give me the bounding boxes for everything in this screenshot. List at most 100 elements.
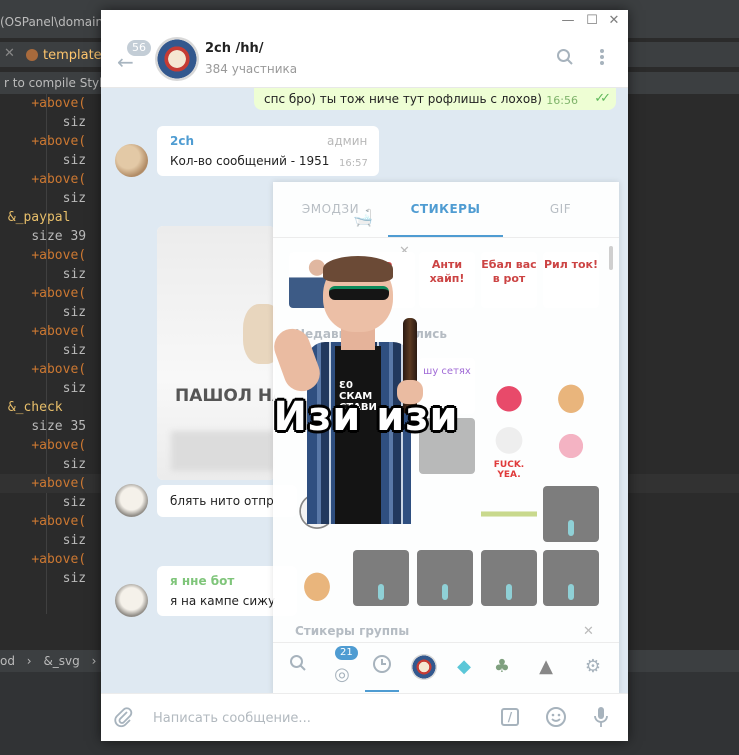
pug-file-icon xyxy=(26,49,38,61)
code-line[interactable]: siz xyxy=(0,455,86,474)
code-line[interactable]: +above( xyxy=(0,322,86,341)
pack-cat-icon[interactable]: ♣ xyxy=(489,654,515,680)
image-shape xyxy=(243,304,275,364)
recent-clock-icon[interactable] xyxy=(369,654,395,680)
message-time: 16:56 xyxy=(546,94,578,107)
code-line[interactable]: +above( xyxy=(0,94,86,113)
tab-gif[interactable]: GIF xyxy=(503,202,618,216)
avatar[interactable] xyxy=(115,584,148,617)
divider xyxy=(273,237,619,238)
close-icon[interactable]: ✕ xyxy=(4,46,15,61)
photo-message[interactable]: ПАШОЛ НА xyxy=(157,226,275,480)
code-line[interactable]: siz xyxy=(0,113,86,132)
code-line[interactable]: +above( xyxy=(0,436,86,455)
avatar[interactable] xyxy=(115,144,148,177)
message-composer: / xyxy=(101,693,628,741)
paperclip-icon[interactable] xyxy=(113,706,133,732)
message-text: Кол-во сообщений - 1951 xyxy=(170,154,330,168)
breadcrumb-item[interactable]: &_svg xyxy=(43,654,79,668)
sticker[interactable] xyxy=(543,368,599,424)
code-line[interactable]: +above( xyxy=(0,360,86,379)
pack-meme-icon[interactable]: ▲ xyxy=(533,654,559,680)
message-input[interactable] xyxy=(153,708,483,728)
sticker[interactable] xyxy=(543,418,599,474)
code-line[interactable]: &_paypal xyxy=(0,208,71,227)
code-line[interactable]: size 35 xyxy=(0,417,86,436)
featured-stickers-icon[interactable]: ◎ xyxy=(329,662,355,688)
tab-stickers[interactable]: СТИКЕРЫ xyxy=(388,202,503,216)
sticker-hair xyxy=(323,256,393,282)
breadcrumb-item[interactable]: od xyxy=(0,654,15,668)
sticker[interactable] xyxy=(543,486,599,542)
scrollbar[interactable] xyxy=(609,246,613,270)
message-text: спс бро) ты тож ниче тут рофлишь с лохов… xyxy=(264,92,542,106)
microphone-icon[interactable] xyxy=(593,706,609,732)
code-line[interactable]: siz xyxy=(0,379,86,398)
bathtub-icon: 🛁 xyxy=(353,208,373,227)
sender-name[interactable]: я нне бот xyxy=(170,574,234,588)
telegram-window: — ☐ ✕ ← 56 2ch /hh/ 384 участника спс бр… xyxy=(101,10,628,741)
outgoing-message[interactable]: спс бро) ты тож ниче тут рофлишь с лохов… xyxy=(254,88,616,110)
group-stickers-title: Стикеры группы xyxy=(295,624,410,638)
code-line[interactable]: siz xyxy=(0,531,86,550)
search-icon[interactable] xyxy=(285,654,311,680)
sticker[interactable]: Ебал вас в рот xyxy=(481,252,537,308)
message-text: блять нито отпр xyxy=(170,494,274,508)
code-line[interactable]: +above( xyxy=(0,512,86,531)
sticker[interactable] xyxy=(481,486,537,542)
bot-commands-icon[interactable]: / xyxy=(501,708,519,726)
sticker[interactable] xyxy=(289,556,345,612)
code-line[interactable]: siz xyxy=(0,151,86,170)
code-line[interactable]: siz xyxy=(0,569,86,588)
read-ticks-icon: ✓✓ xyxy=(594,91,611,106)
sticker[interactable] xyxy=(543,550,599,606)
close-icon[interactable]: ✕ xyxy=(583,624,594,639)
code-line[interactable]: +above( xyxy=(0,132,86,151)
close-window-button[interactable]: ✕ xyxy=(606,13,622,29)
code-line[interactable]: size 39 xyxy=(0,227,86,246)
message-time: 16:57 xyxy=(339,158,368,169)
emoji-smile-icon[interactable] xyxy=(545,706,567,732)
code-line[interactable]: &_check xyxy=(0,398,63,417)
sticker[interactable] xyxy=(417,550,473,606)
maximize-button[interactable]: ☐ xyxy=(584,13,600,29)
chat-title[interactable]: 2ch /hh/ xyxy=(205,41,264,56)
breadcrumb-separator: › xyxy=(26,654,32,668)
code-line[interactable]: siz xyxy=(0,189,86,208)
admin-message[interactable]: 2ch админ Кол-во сообщений - 1951 16:57 xyxy=(157,126,379,176)
sticker[interactable]: Рил ток! xyxy=(543,252,599,308)
window-titlebar: — ☐ ✕ xyxy=(101,10,628,32)
gear-icon[interactable]: ⚙ xyxy=(580,654,606,680)
breadcrumb-separator: › xyxy=(91,654,97,668)
code-line[interactable]: siz xyxy=(0,493,86,512)
divider xyxy=(273,642,619,643)
unread-count-badge: 56 xyxy=(127,40,151,56)
admin-role-label: админ xyxy=(327,134,368,148)
more-menu-icon[interactable] xyxy=(599,48,605,71)
active-pack-indicator xyxy=(365,690,399,692)
pack-monster-icon[interactable]: ◆ xyxy=(451,654,477,680)
search-icon[interactable] xyxy=(556,48,574,71)
code-line[interactable]: siz xyxy=(0,265,86,284)
code-line[interactable]: siz xyxy=(0,303,86,322)
sticker-count-badge: 21 xyxy=(335,646,358,660)
chat-header: ← 56 2ch /hh/ 384 участника xyxy=(101,32,628,88)
group-pack-icon[interactable] xyxy=(411,654,437,680)
code-line[interactable]: +above( xyxy=(0,550,86,569)
preview-sticker[interactable]: Ɛ0 СКАМ СТАВИ РУ xyxy=(269,256,435,524)
code-line[interactable]: siz xyxy=(0,341,86,360)
sticker-caption: Изи изи xyxy=(273,394,459,440)
sticker[interactable] xyxy=(481,550,537,606)
avatar[interactable] xyxy=(115,484,148,517)
member-count: 384 участника xyxy=(205,62,298,76)
minimize-button[interactable]: — xyxy=(560,13,576,29)
sunglasses-icon xyxy=(329,286,389,300)
meme-image[interactable]: ПАШОЛ НА xyxy=(157,226,275,480)
group-avatar[interactable] xyxy=(155,37,199,81)
sticker[interactable] xyxy=(353,550,409,606)
code-line[interactable]: +above( xyxy=(0,246,86,265)
code-line[interactable]: +above( xyxy=(0,170,86,189)
code-line[interactable]: +above( xyxy=(0,284,86,303)
sender-name[interactable]: 2ch xyxy=(170,134,194,148)
message-text: я на кампе сижу xyxy=(170,594,276,608)
